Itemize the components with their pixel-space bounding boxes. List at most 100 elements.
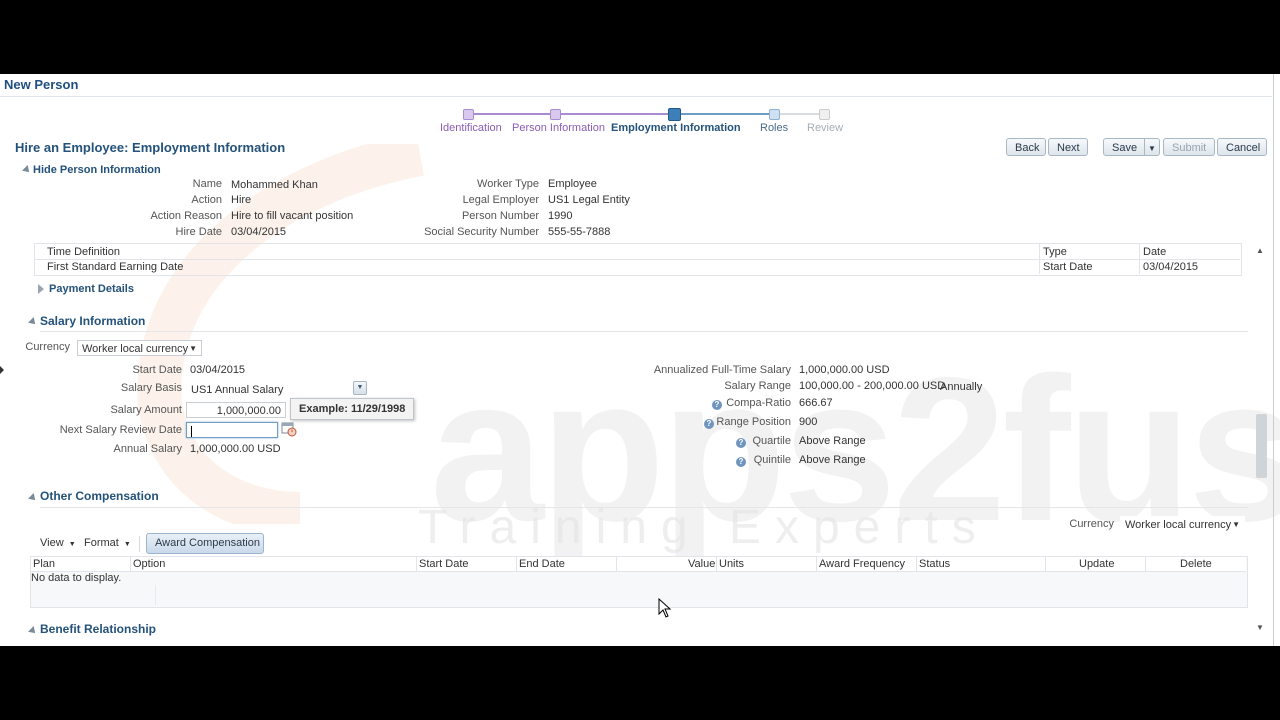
chevron-down-icon: ▼ [1232,520,1240,529]
section-divider [40,331,1248,332]
oc-currency-label: Currency [1069,518,1114,530]
chevron-down-icon: ▼ [68,541,76,548]
annualized-salary-label: Annualized Full-Time Salary [653,364,791,376]
watermark-tagline: Training Experts [418,501,990,554]
oc-currency-value: Worker local currency [1125,519,1232,531]
train-step-roles[interactable]: Roles [760,122,788,134]
action-reason-value: Hire to fill vacant position [231,210,354,222]
action-value: Hire [231,194,252,206]
salary-amount-label: Salary Amount [110,404,182,416]
next-review-date-label: Next Salary Review Date [59,424,182,436]
column-award-frequency: Award Frequency [819,558,906,570]
column-divider [130,557,131,571]
start-date-value: 03/04/2015 [190,364,246,376]
section-divider [40,507,1248,508]
column-option: Option [133,558,166,570]
train-step-review: Review [807,122,844,134]
scroll-up-icon[interactable]: ▲ [1256,246,1264,255]
page-title: New Person [4,77,79,92]
column-end-date: End Date [519,558,565,570]
worker-type-value: Employee [548,178,597,190]
scrollbar-thumb[interactable] [1256,414,1267,478]
benefit-relationship-header: Benefit Relationship [40,622,157,636]
start-date-label: Start Date [132,364,182,376]
annualized-salary-value: 1,000,000.00 USD [799,364,890,376]
table-header-row [31,557,1246,571]
train-step-person-information[interactable]: Person Information [512,122,605,134]
column-type: Type [1043,246,1067,258]
column-divider [1139,244,1140,274]
annual-salary-value: 1,000,000.00 USD [190,443,281,455]
scroll-down-icon[interactable]: ▼ [1256,623,1264,632]
format-menu-label: Format [84,537,119,549]
panel-splitter-icon[interactable] [0,366,4,374]
train-step-identification-node[interactable] [463,109,474,120]
submit-button: Submit [1163,138,1215,156]
name-value: Mohammed Khan [231,179,318,191]
mouse-cursor-icon [658,598,672,618]
ssn-value: 555-55-7888 [548,226,611,238]
app-window: apps2fusion Training Experts New Person … [0,74,1280,646]
column-plan: Plan [33,558,56,570]
next-button[interactable]: Next [1048,138,1088,156]
compa-ratio-value: 666.67 [799,397,833,409]
format-menu[interactable]: Format ▼ [84,537,131,549]
collapse-icon[interactable] [28,626,38,636]
calendar-icon[interactable] [281,421,297,437]
action-label: Action [191,194,222,206]
salary-amount-input[interactable]: 1,000,000.00 [186,402,286,418]
column-divider [1145,557,1146,571]
chevron-down-icon[interactable]: ▼ [353,381,367,395]
currency-select-value: Worker local currency [82,343,189,355]
cancel-button[interactable]: Cancel [1217,138,1267,156]
train-step-employment-information: Employment Information [611,122,741,134]
table-cell: First Standard Earning Date [47,261,184,273]
salary-basis-select[interactable]: US1 Annual Salary [186,381,368,397]
column-divider [616,557,617,571]
person-number-label: Person Number [461,210,539,222]
currency-label: Currency [25,341,70,353]
collapse-icon[interactable] [28,317,38,327]
currency-select[interactable]: Worker local currency ▼ [77,340,202,356]
column-divider [416,557,417,571]
column-update: Update [1079,558,1115,570]
ssn-label: Social Security Number [424,226,539,238]
back-button[interactable]: Back [1006,138,1046,156]
train-step-review-node [819,109,830,120]
column-divider [1045,557,1046,571]
train-step-identification[interactable]: Identification [440,122,502,134]
text-caret [191,425,192,437]
legal-employer-value: US1 Legal Entity [548,194,630,206]
award-compensation-button[interactable]: Award Compensation [146,533,264,554]
hire-date-value: 03/04/2015 [231,226,287,238]
page-header-title: Hire an Employee: Employment Information [15,140,286,155]
train-step-roles-node[interactable] [769,109,780,120]
save-menu-button[interactable]: ▼ [1144,138,1160,156]
legal-employer-label: Legal Employer [462,194,539,206]
person-number-value: 1990 [548,210,573,222]
next-review-date-input[interactable] [186,422,278,438]
chevron-down-icon: ▼ [123,541,131,548]
collapse-icon[interactable] [28,493,38,503]
oc-currency-select[interactable]: Worker local currency ▼ [1120,516,1245,532]
column-delete: Delete [1180,558,1212,570]
other-compensation-header: Other Compensation [40,489,159,503]
collapse-icon [22,165,32,175]
column-divider [716,557,717,571]
column-divider [1039,244,1040,274]
worker-type-label: Worker Type [477,178,539,190]
table-header-divider [31,571,1246,572]
view-menu[interactable]: View ▼ [40,537,76,549]
save-button[interactable]: Save [1103,138,1145,156]
salary-range-value: 100,000.00 - 200,000.00 USD [799,380,946,392]
column-divider [816,557,817,571]
quintile-value: Above Range [799,454,866,466]
compa-ratio-label: Compa-Ratio [726,397,791,409]
salary-basis-label: Salary Basis [120,382,182,394]
train-step-employment-node [668,108,681,121]
range-position-label: Range Position [716,416,791,428]
train-step-person-node[interactable] [550,109,561,120]
column-start-date: Start Date [419,558,469,570]
column-units: Units [719,558,745,570]
column-divider [155,585,156,605]
